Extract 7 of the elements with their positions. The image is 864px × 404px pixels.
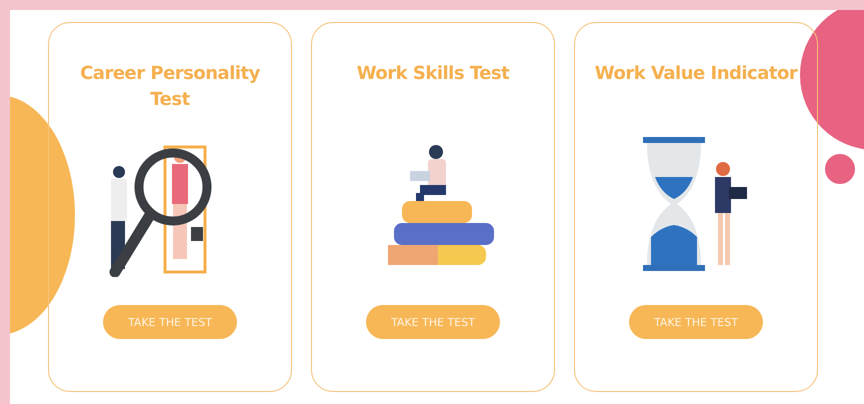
take-test-button[interactable]: TAKE THE TEST [103,305,237,339]
take-test-button[interactable]: TAKE THE TEST [629,305,763,339]
decorative-dot [825,154,855,184]
card-title: Career Personality Test [79,62,261,112]
card-title: Work Skills Test [356,62,510,86]
card-title: Work Value Indicator [594,62,799,86]
take-test-button[interactable]: TAKE THE TEST [366,305,500,339]
